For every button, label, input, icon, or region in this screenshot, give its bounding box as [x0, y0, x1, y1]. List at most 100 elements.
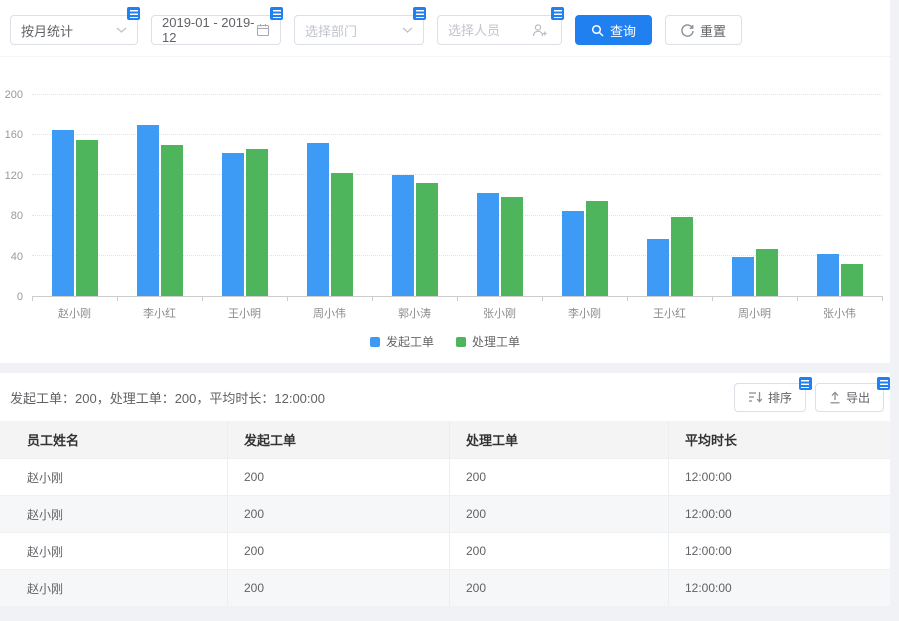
bar-processed[interactable] [161, 145, 183, 296]
person-input[interactable] [448, 23, 532, 38]
chevron-down-icon [402, 27, 413, 33]
x-axis-label: 周小伟 [287, 305, 372, 321]
x-axis-tick [372, 296, 373, 301]
stat-type-value: 按月统计 [21, 21, 116, 40]
bar-initiated[interactable] [222, 153, 244, 296]
bar-processed[interactable] [671, 217, 693, 296]
bar-processed[interactable] [246, 149, 268, 296]
x-axis-tick [287, 296, 288, 301]
y-axis-tick-label: 120 [5, 170, 23, 182]
search-icon [591, 24, 604, 37]
table-row[interactable]: 赵小刚20020012:00:00 [0, 458, 890, 495]
x-axis-tick [712, 296, 713, 301]
export-button[interactable]: 导出 [815, 383, 884, 412]
bar-group [32, 95, 117, 296]
column-header: 员工姓名 [0, 421, 228, 458]
x-axis-label: 李小红 [117, 305, 202, 321]
bar-initiated[interactable] [732, 257, 754, 296]
table-cell: 200 [228, 459, 450, 495]
bar-initiated[interactable] [307, 143, 329, 296]
table-row[interactable]: 赵小刚20020012:00:00 [0, 532, 890, 569]
department-select[interactable]: 选择部门 [294, 15, 424, 45]
x-axis-tick [797, 296, 798, 301]
query-button-label: 查询 [610, 21, 636, 40]
page: 按月统计 2019-01 - 2019-12 选择部门 [0, 0, 899, 621]
bar-processed[interactable] [331, 173, 353, 296]
bar-group [627, 95, 712, 296]
bar-group [797, 95, 882, 296]
sort-button[interactable]: 排序 [734, 383, 806, 412]
bar-processed[interactable] [586, 201, 608, 296]
legend-label: 处理工单 [472, 333, 520, 350]
chart-yaxis: 04080120160200 [0, 95, 26, 297]
legend-item[interactable]: 发起工单 [370, 333, 434, 350]
data-table: 员工姓名发起工单处理工单平均时长 赵小刚20020012:00:00赵小刚200… [0, 421, 890, 606]
table-cell: 赵小刚 [0, 459, 228, 495]
component-badge-icon[interactable] [270, 7, 283, 20]
bar-processed[interactable] [76, 140, 98, 296]
x-axis-label: 李小刚 [542, 305, 627, 321]
query-button[interactable]: 查询 [575, 15, 652, 45]
department-placeholder: 选择部门 [305, 21, 402, 40]
table-cell: 12:00:00 [669, 459, 890, 495]
bar-initiated[interactable] [392, 175, 414, 296]
component-badge-icon[interactable] [877, 377, 890, 390]
legend-label: 发起工单 [386, 333, 434, 350]
chart-plot[interactable] [32, 95, 882, 297]
add-person-icon [532, 23, 548, 37]
x-axis-tick [542, 296, 543, 301]
legend-marker [456, 337, 466, 347]
person-select[interactable] [437, 15, 562, 45]
table-cell: 200 [450, 533, 669, 569]
chart-panel: 按月统计 2019-01 - 2019-12 选择部门 [0, 0, 890, 363]
refresh-icon [681, 24, 694, 37]
y-axis-tick-label: 160 [5, 129, 23, 141]
table-cell: 200 [450, 459, 669, 495]
component-badge-icon[interactable] [127, 7, 140, 20]
table-cell: 200 [450, 496, 669, 532]
reset-button[interactable]: 重置 [665, 15, 742, 45]
bar-initiated[interactable] [137, 125, 159, 296]
x-axis-tick [202, 296, 203, 301]
calendar-icon [256, 23, 270, 37]
component-badge-icon[interactable] [551, 7, 564, 20]
bar-initiated[interactable] [647, 239, 669, 296]
bar-group [287, 95, 372, 296]
table-cell: 12:00:00 [669, 533, 890, 569]
table-cell: 12:00:00 [669, 570, 890, 606]
table-row[interactable]: 赵小刚20020012:00:00 [0, 495, 890, 532]
table-row[interactable]: 赵小刚20020012:00:00 [0, 569, 890, 606]
bar-initiated[interactable] [817, 254, 839, 296]
bar-group [457, 95, 542, 296]
legend-marker [370, 337, 380, 347]
summary-bar: 发起工单：200，处理工单：200，平均时长：12:00:00 排序 导出 [0, 373, 890, 421]
x-axis-label: 王小明 [202, 305, 287, 321]
date-range-picker[interactable]: 2019-01 - 2019-12 [151, 15, 281, 45]
reset-button-label: 重置 [700, 21, 726, 40]
column-header: 发起工单 [228, 421, 450, 458]
y-axis-tick-label: 0 [17, 291, 23, 303]
column-header: 平均时长 [669, 421, 890, 458]
bar-processed[interactable] [501, 197, 523, 296]
stat-type-select[interactable]: 按月统计 [10, 15, 138, 45]
component-badge-icon[interactable] [799, 377, 812, 390]
component-badge-icon[interactable] [413, 7, 426, 20]
table-body: 赵小刚20020012:00:00赵小刚20020012:00:00赵小刚200… [0, 458, 890, 606]
export-icon [829, 391, 841, 404]
x-axis-label: 郭小涛 [372, 305, 457, 321]
y-axis-tick-label: 40 [11, 251, 23, 263]
bar-group [372, 95, 457, 296]
bar-initiated[interactable] [562, 211, 584, 296]
filter-toolbar: 按月统计 2019-01 - 2019-12 选择部门 [0, 0, 890, 57]
bar-processed[interactable] [756, 249, 778, 296]
summary-text: 发起工单：200，处理工单：200，平均时长：12:00:00 [10, 388, 734, 407]
bar-processed[interactable] [841, 264, 863, 296]
legend-item[interactable]: 处理工单 [456, 333, 520, 350]
chevron-down-icon [116, 27, 127, 33]
table-cell: 200 [450, 570, 669, 606]
bar-initiated[interactable] [477, 193, 499, 297]
bar-initiated[interactable] [52, 130, 74, 296]
bar-processed[interactable] [416, 183, 438, 296]
x-axis-tick [117, 296, 118, 301]
table-cell: 12:00:00 [669, 496, 890, 532]
